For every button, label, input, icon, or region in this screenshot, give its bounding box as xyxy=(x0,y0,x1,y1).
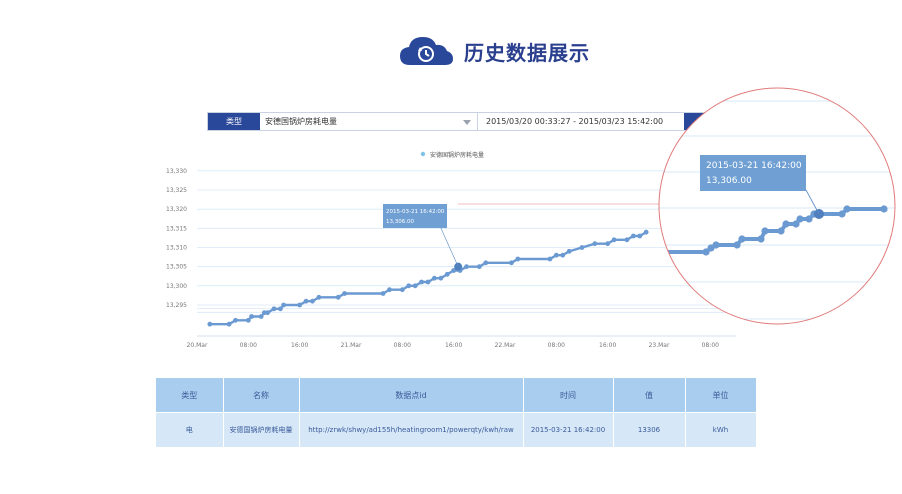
x-tick-label: 16:00 xyxy=(445,342,462,349)
table-header-cell: 值 xyxy=(613,378,686,413)
zoom-background xyxy=(659,88,895,324)
x-tick-label: 22.Mar xyxy=(495,342,516,349)
y-tick-label: 13,305 xyxy=(166,264,187,271)
x-tick-label: 08:00 xyxy=(240,342,257,349)
data-point xyxy=(265,310,270,316)
legend-marker xyxy=(420,151,426,157)
table-cell: http://zrwk/shwy/ad155h/heatingroom1/pow… xyxy=(299,412,524,447)
y-tick-label: 13,315 xyxy=(166,225,187,232)
zoom-data-point xyxy=(796,215,804,223)
data-point xyxy=(419,279,424,285)
zoom-data-point xyxy=(757,235,765,243)
y-tick-label: 13,300 xyxy=(166,283,187,290)
table-cell: 2015-03-21 16:42:00 xyxy=(523,412,614,447)
zoom-data-point xyxy=(738,235,746,243)
y-tick-label: 13,310 xyxy=(166,245,187,252)
zoom-tooltip-value: 13,306.00 xyxy=(706,176,752,186)
table-header-cell: 类型 xyxy=(156,378,224,413)
data-point xyxy=(316,294,322,300)
data-point xyxy=(303,298,309,304)
data-point xyxy=(592,241,598,247)
data-point xyxy=(399,287,405,293)
zoom-data-point xyxy=(843,205,851,213)
tooltip-time: 2015-03-21 16:42:00 xyxy=(386,209,445,215)
zoom-data-point xyxy=(777,227,785,235)
data-point xyxy=(643,229,649,235)
data-point xyxy=(560,252,566,258)
zoom-data-point xyxy=(733,241,741,249)
data-point xyxy=(509,260,514,266)
table-header-cell: 名称 xyxy=(223,378,300,413)
x-tick-label: 16:00 xyxy=(599,342,616,349)
zoom-data-point xyxy=(712,241,720,249)
x-tick-label: 20.Mar xyxy=(187,342,208,349)
table-cell: 电 xyxy=(156,412,224,447)
legend-label: 安德国锅炉房耗电量 xyxy=(430,151,484,159)
data-point xyxy=(258,314,264,319)
data-point xyxy=(432,275,437,281)
x-tick-label: 16:00 xyxy=(291,342,308,349)
data-point xyxy=(637,233,643,239)
data-point xyxy=(207,321,213,327)
y-tick-label: 13,330 xyxy=(166,168,187,175)
data-point xyxy=(605,241,611,247)
data-point xyxy=(310,298,315,304)
zoom-data-point xyxy=(782,220,790,228)
x-tick-label: 21.Mar xyxy=(341,342,362,349)
data-point xyxy=(297,302,303,308)
data-point xyxy=(566,248,572,254)
data-point xyxy=(476,264,482,270)
table-cell: 安德国锅炉房耗电量 xyxy=(223,412,300,447)
y-tick-label: 13,295 xyxy=(166,302,187,309)
x-tick-label: 08:00 xyxy=(548,342,565,349)
data-point xyxy=(579,245,585,250)
data-point xyxy=(249,314,254,319)
x-tick-label: 08:00 xyxy=(702,342,719,349)
table-header-cell: 时间 xyxy=(523,378,614,413)
data-point xyxy=(611,237,617,243)
data-point xyxy=(406,283,412,289)
data-point xyxy=(233,317,238,323)
data-point xyxy=(387,287,392,293)
data-point xyxy=(278,306,283,312)
data-point xyxy=(464,264,469,270)
zoom-tooltip-time: 2015-03-21 16:42:00 xyxy=(706,161,802,171)
data-point xyxy=(438,275,444,281)
data-point xyxy=(335,294,341,300)
tooltip-pointer xyxy=(439,225,459,267)
data-point xyxy=(444,271,450,277)
zoom-data-point xyxy=(659,248,665,256)
tooltip-value: 13,306.00 xyxy=(386,219,414,225)
table-cell: 13306 xyxy=(613,412,686,447)
data-point xyxy=(281,302,287,308)
data-point xyxy=(515,256,521,262)
data-point xyxy=(630,233,636,239)
table-row[interactable]: 电安德国锅炉房耗电量 http://zrwk/shwy/ad155h/heatin… xyxy=(156,412,757,447)
data-point xyxy=(483,260,489,266)
zoom-data-point xyxy=(880,205,888,213)
table-header-cell: 单位 xyxy=(685,378,757,413)
x-tick-label: 23.Mar xyxy=(649,342,670,349)
data-point xyxy=(547,256,553,262)
data-point xyxy=(624,237,630,243)
zoom-data-point xyxy=(761,227,769,235)
data-point xyxy=(380,291,386,296)
data-point xyxy=(226,321,232,327)
data-point xyxy=(553,252,559,258)
data-point xyxy=(245,317,251,323)
table-header-cell: 数据点id xyxy=(299,378,524,413)
y-tick-label: 13,320 xyxy=(166,206,187,213)
x-tick-label: 08:00 xyxy=(394,342,411,349)
data-point xyxy=(342,291,347,296)
data-table: 类型 名称 数据点id 时间值单位 电安德国锅炉房耗电量 http://zrwk/shw… xyxy=(156,378,757,447)
y-tick-label: 13,325 xyxy=(166,187,187,194)
table-header-row: 类型 名称 数据点id 时间值单位 xyxy=(156,378,757,413)
data-point xyxy=(271,306,277,312)
data-point xyxy=(425,279,431,285)
table-cell: kWh xyxy=(685,412,757,447)
data-point xyxy=(412,283,418,289)
